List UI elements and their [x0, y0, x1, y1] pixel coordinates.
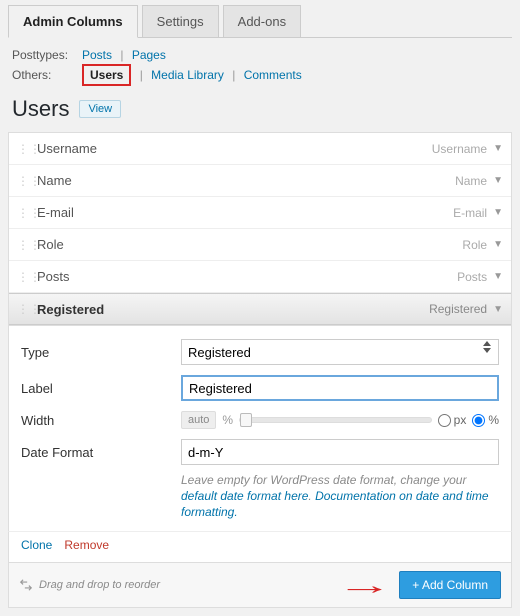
- page-title: Users: [12, 96, 69, 122]
- column-name: Role: [31, 237, 462, 252]
- drag-handle-icon[interactable]: ⋮⋮: [17, 270, 31, 284]
- column-type: Posts: [457, 270, 493, 284]
- unit-pct-radio[interactable]: %: [472, 413, 499, 427]
- others-label: Others:: [12, 68, 82, 82]
- drag-handle-icon[interactable]: ⋮⋮: [17, 174, 31, 188]
- filter-bar: Posttypes: Posts | Pages Others: Users |…: [8, 38, 512, 94]
- width-label: Width: [21, 413, 181, 428]
- chevron-down-icon[interactable]: ▼: [493, 143, 503, 154]
- reorder-text: Drag and drop to reorder: [39, 579, 160, 591]
- clone-link[interactable]: Clone: [21, 538, 52, 552]
- dateformat-helper: Leave empty for WordPress date format, c…: [9, 470, 511, 531]
- separator: |: [227, 68, 240, 82]
- type-select[interactable]: Registered: [181, 339, 499, 365]
- chevron-down-icon[interactable]: ▼: [493, 175, 503, 186]
- label-label: Label: [21, 381, 181, 396]
- column-name: Username: [31, 141, 432, 156]
- column-row[interactable]: ⋮⋮ Posts Posts ▼: [9, 261, 511, 293]
- tab-admin-columns[interactable]: Admin Columns: [8, 5, 138, 38]
- column-name: Posts: [31, 269, 457, 284]
- unit-px-radio[interactable]: px: [438, 413, 467, 427]
- filter-users[interactable]: Users: [82, 64, 131, 86]
- tab-addons[interactable]: Add-ons: [223, 5, 301, 37]
- column-type: Registered: [429, 302, 493, 316]
- columns-list: ⋮⋮ Username Username ▼ ⋮⋮ Name Name ▼ ⋮⋮…: [8, 132, 512, 326]
- column-row[interactable]: ⋮⋮ Role Role ▼: [9, 229, 511, 261]
- column-name: Registered: [31, 302, 429, 317]
- label-input[interactable]: [181, 375, 499, 401]
- drag-handle-icon[interactable]: ⋮⋮: [17, 206, 31, 220]
- column-row[interactable]: ⋮⋮ Name Name ▼: [9, 165, 511, 197]
- dateformat-input[interactable]: [181, 439, 499, 465]
- drag-handle-icon[interactable]: ⋮⋮: [17, 238, 31, 252]
- filter-media[interactable]: Media Library: [151, 68, 224, 82]
- view-button[interactable]: View: [79, 100, 121, 118]
- add-column-button[interactable]: + Add Column: [399, 571, 501, 599]
- chevron-down-icon[interactable]: ▼: [493, 304, 503, 315]
- posttypes-label: Posttypes:: [12, 48, 82, 62]
- column-type: E-mail: [453, 206, 493, 220]
- chevron-down-icon[interactable]: ▼: [493, 239, 503, 250]
- column-row[interactable]: ⋮⋮ E-mail E-mail ▼: [9, 197, 511, 229]
- width-slider[interactable]: [239, 417, 432, 423]
- width-unit-text: %: [222, 413, 233, 427]
- column-type: Name: [455, 174, 493, 188]
- reorder-icon: [19, 578, 33, 592]
- type-label: Type: [21, 345, 181, 360]
- column-type: Role: [462, 238, 493, 252]
- dateformat-label: Date Format: [21, 445, 181, 460]
- column-row[interactable]: ⋮⋮ Username Username ▼: [9, 133, 511, 165]
- remove-link[interactable]: Remove: [64, 538, 109, 552]
- column-type: Username: [432, 142, 493, 156]
- default-date-format-link[interactable]: default date format here: [181, 489, 308, 503]
- chevron-down-icon[interactable]: ▼: [493, 207, 503, 218]
- drag-handle-icon[interactable]: ⋮⋮: [17, 302, 31, 316]
- filter-posts[interactable]: Posts: [82, 48, 112, 62]
- chevron-down-icon[interactable]: ▼: [493, 271, 503, 282]
- separator: |: [115, 48, 128, 62]
- slider-thumb[interactable]: [240, 413, 252, 427]
- main-tabs: Admin Columns Settings Add-ons: [8, 4, 512, 38]
- column-name: Name: [31, 173, 455, 188]
- filter-pages[interactable]: Pages: [132, 48, 166, 62]
- column-name: E-mail: [31, 205, 453, 220]
- column-row-expanded[interactable]: ⋮⋮ Registered Registered ▼: [9, 293, 511, 325]
- separator: |: [135, 68, 148, 82]
- width-auto-chip: auto: [181, 411, 216, 429]
- column-settings-form: Type Registered Label Width auto %: [8, 326, 512, 531]
- filter-comments[interactable]: Comments: [244, 68, 302, 82]
- tab-settings[interactable]: Settings: [142, 5, 219, 37]
- drag-handle-icon[interactable]: ⋮⋮: [17, 142, 31, 156]
